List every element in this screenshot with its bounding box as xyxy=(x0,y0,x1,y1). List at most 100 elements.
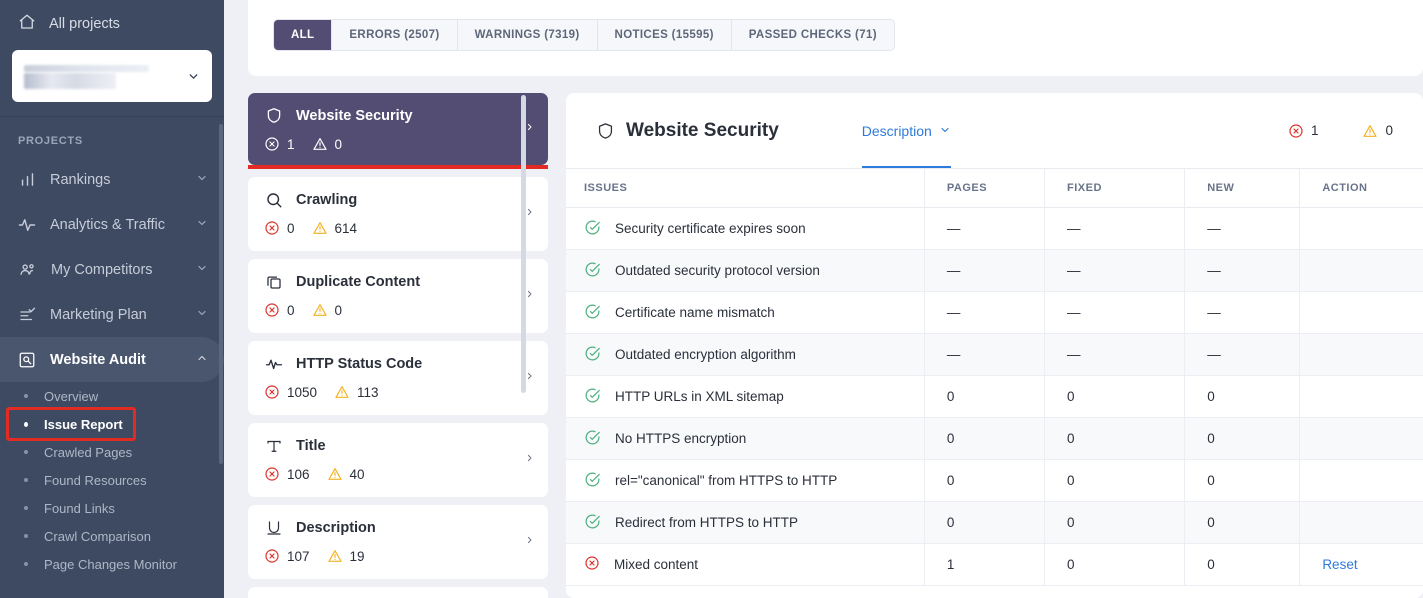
bullet-icon xyxy=(24,421,28,427)
shield-icon xyxy=(264,106,283,125)
detail-error-badge: 1 xyxy=(1288,123,1318,139)
table-row[interactable]: Outdated security protocol version — — — xyxy=(566,249,1423,292)
category-list-scrollbar[interactable] xyxy=(521,95,526,393)
sidebar-item-label: Website Audit xyxy=(50,351,146,368)
sidebar-subitem-crawled-pages[interactable]: Crawled Pages xyxy=(0,438,224,466)
tab-errors[interactable]: ERRORS (2507) xyxy=(332,20,458,50)
category-error-count: 1050 xyxy=(287,384,318,400)
app-root: All projects PROJECTS Rankings Analytics… xyxy=(0,0,1423,598)
sidebar-item-marketing-plan[interactable]: Marketing Plan xyxy=(0,292,224,337)
cell-issue: HTTP URLs in XML sitemap xyxy=(566,375,925,418)
cell-fixed: 0 xyxy=(1044,459,1185,502)
sidebar-subitem-crawl-comparison[interactable]: Crawl Comparison xyxy=(0,522,224,550)
bullet-icon xyxy=(24,506,28,510)
table-row[interactable]: rel="canonical" from HTTPS to HTTP 0 0 0 xyxy=(566,459,1423,502)
sidebar-subitem-overview[interactable]: Overview xyxy=(0,382,224,410)
category-title: Description xyxy=(296,519,376,536)
cell-issue: Security certificate expires soon xyxy=(566,207,925,250)
cell-pages: 0 xyxy=(923,417,1045,460)
issue-name: Certificate name mismatch xyxy=(615,305,775,320)
cell-action xyxy=(1299,207,1423,250)
category-card-description[interactable]: Description 107 19 xyxy=(248,505,548,579)
cell-issue: Redirect from HTTPS to HTTP xyxy=(566,501,925,544)
cell-pages: 0 xyxy=(923,375,1045,418)
cell-pages: 0 xyxy=(923,501,1045,544)
reset-link[interactable]: Reset xyxy=(1322,557,1357,572)
activity-icon xyxy=(264,354,283,373)
passed-check-icon xyxy=(584,345,601,365)
category-warning-count: 614 xyxy=(334,220,358,236)
category-card-http-status-code[interactable]: HTTP Status Code 1050 113 xyxy=(248,341,548,415)
category-error-count: 0 xyxy=(287,302,295,318)
category-card-partial[interactable] xyxy=(248,587,548,598)
sidebar-subitem-label: Overview xyxy=(44,388,99,404)
tabs-panel: ALL ERRORS (2507) WARNINGS (7319) NOTICE… xyxy=(248,0,1423,76)
cell-pages: — xyxy=(923,333,1045,376)
table-row[interactable]: Certificate name mismatch — — — xyxy=(566,291,1423,334)
cell-issue: Outdated security protocol version xyxy=(566,249,925,292)
sidebar-item-analytics-traffic[interactable]: Analytics & Traffic xyxy=(0,202,224,247)
tab-all[interactable]: ALL xyxy=(274,20,333,50)
category-error-stat: 0 xyxy=(264,220,295,236)
passed-check-icon xyxy=(584,429,601,449)
cell-pages: 0 xyxy=(923,459,1045,502)
bullet-icon xyxy=(24,534,28,538)
issues-table: ISSUES PAGES FIXED NEW ACTION Security c… xyxy=(566,168,1423,586)
table-row[interactable]: No HTTPS encryption 0 0 0 xyxy=(566,417,1423,460)
cell-fixed: 0 xyxy=(1044,543,1185,586)
table-header-row: ISSUES PAGES FIXED NEW ACTION xyxy=(566,168,1423,208)
column-header-pages: PAGES xyxy=(923,168,1045,208)
tab-passed-checks[interactable]: PASSED CHECKS (71) xyxy=(731,20,894,50)
cell-fixed: — xyxy=(1044,333,1185,376)
description-dropdown[interactable]: Description xyxy=(861,93,951,168)
sidebar-subitem-found-links[interactable]: Found Links xyxy=(0,494,224,522)
tab-warnings[interactable]: WARNINGS (7319) xyxy=(457,20,598,50)
table-row[interactable]: HTTP URLs in XML sitemap 0 0 0 xyxy=(566,375,1423,418)
chevron-right-icon xyxy=(525,205,534,224)
table-row[interactable]: Redirect from HTTPS to HTTP 0 0 0 xyxy=(566,501,1423,544)
category-card-crawling[interactable]: Crawling 0 614 xyxy=(248,177,548,251)
chevron-down-icon xyxy=(939,123,951,139)
category-title: Crawling xyxy=(296,191,358,208)
table-row[interactable]: Outdated encryption algorithm — — — xyxy=(566,333,1423,376)
cell-action xyxy=(1299,459,1423,502)
sidebar-subitem-label: Crawl Comparison xyxy=(44,528,151,544)
checklist-icon xyxy=(18,306,36,324)
table-row[interactable]: Security certificate expires soon — — — xyxy=(566,207,1423,250)
table-row[interactable]: Mixed content 1 0 0 Reset xyxy=(566,543,1423,586)
passed-check-icon xyxy=(584,387,601,407)
sidebar-item-label: Rankings xyxy=(50,171,111,188)
cell-pages: 1 xyxy=(923,543,1045,586)
category-card-list: Website Security 1 0 Crawling 0 614 Dupl… xyxy=(248,93,548,598)
error-icon xyxy=(584,555,600,574)
category-title: HTTP Status Code xyxy=(296,355,423,372)
category-warning-count: 40 xyxy=(349,466,365,482)
all-projects-link[interactable]: All projects xyxy=(0,0,224,48)
sidebar-subitem-label: Found Resources xyxy=(44,472,147,488)
page-title: Website Security xyxy=(626,119,779,141)
sidebar-subitem-found-resources[interactable]: Found Resources xyxy=(0,466,224,494)
category-card-duplicate-content[interactable]: Duplicate Content 0 0 xyxy=(248,259,548,333)
category-card-website-security[interactable]: Website Security 1 0 xyxy=(248,93,548,165)
category-title: Website Security xyxy=(296,107,413,124)
sidebar-item-website-audit[interactable]: Website Audit xyxy=(0,337,224,382)
cell-new: — xyxy=(1184,207,1300,250)
sidebar-item-rankings[interactable]: Rankings xyxy=(0,157,224,202)
sidebar-subitem-page-changes-monitor[interactable]: Page Changes Monitor xyxy=(0,550,224,578)
category-error-stat: 106 xyxy=(264,466,310,482)
home-icon xyxy=(18,13,36,35)
cell-new: 0 xyxy=(1184,417,1300,460)
issue-name: Security certificate expires soon xyxy=(615,221,806,236)
people-icon xyxy=(18,261,37,279)
project-selector[interactable] xyxy=(12,50,212,102)
chevron-right-icon xyxy=(525,120,534,139)
main-content: ALL ERRORS (2507) WARNINGS (7319) NOTICE… xyxy=(224,0,1423,598)
cell-issue: rel="canonical" from HTTPS to HTTP xyxy=(566,459,925,502)
category-error-count: 0 xyxy=(287,220,295,236)
tab-notices[interactable]: NOTICES (15595) xyxy=(597,20,732,50)
sidebar-item-label: My Competitors xyxy=(51,261,153,278)
sidebar-subitem-issue-report[interactable]: Issue Report xyxy=(0,407,224,441)
sidebar-scrollbar[interactable] xyxy=(219,124,223,464)
sidebar-item-my-competitors[interactable]: My Competitors xyxy=(0,247,224,292)
category-card-title[interactable]: Title 106 40 xyxy=(248,423,548,497)
